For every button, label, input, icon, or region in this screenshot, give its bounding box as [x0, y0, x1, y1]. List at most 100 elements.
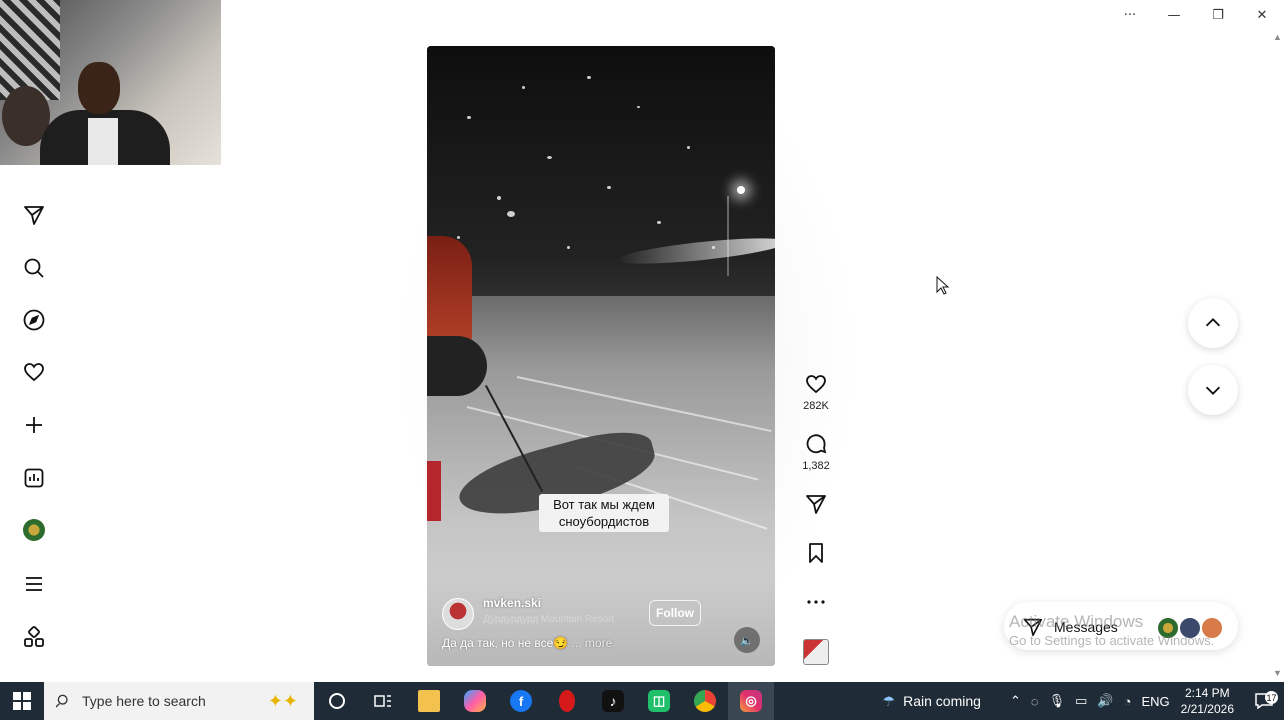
weather-text: Rain coming — [903, 693, 981, 709]
copilot-button[interactable] — [452, 682, 498, 720]
instagram-icon: ◎ — [740, 690, 762, 712]
battery-icon[interactable]: ▭ — [1075, 693, 1087, 709]
chevron-up-icon[interactable]: ⌃ — [1010, 693, 1021, 709]
paper-plane-icon — [806, 495, 826, 514]
chart-icon — [24, 468, 44, 488]
snowflake — [657, 221, 661, 224]
nav-search[interactable] — [12, 246, 56, 290]
snowflake — [522, 86, 525, 89]
nav-direct[interactable] — [12, 193, 56, 237]
compass-icon — [23, 309, 45, 331]
volume-icon[interactable]: 🔊 — [1097, 693, 1113, 709]
instagram-button[interactable]: ◎ — [728, 682, 774, 720]
reel-description-text: Да да так, но не все😏 — [442, 636, 569, 650]
tiktok-button[interactable]: ♪ — [590, 682, 636, 720]
more-options-button[interactable]: ··· — [1108, 0, 1152, 30]
reel-video[interactable]: Вот так мы ждем сноубордистов mvken.ski … — [427, 46, 775, 666]
scroll-down-arrow-icon[interactable]: ▼ — [1273, 668, 1282, 678]
search-icon — [24, 258, 44, 278]
taskbar-clock[interactable]: 2:14 PM 2/21/2026 — [1181, 685, 1234, 717]
more-action[interactable] — [795, 590, 837, 614]
weather-widget[interactable]: ☂ Rain coming — [883, 693, 981, 710]
mouse-cursor-icon — [936, 276, 950, 295]
chat-app-icon: ◫ — [648, 690, 670, 712]
webcam-person-shirt — [88, 118, 118, 165]
restore-button[interactable]: ❐ — [1196, 0, 1240, 30]
system-tray: ☂ Rain coming ⌃ ◌ 🎙 ▭ 🔊 ◔ ENG 2:14 PM 2/… — [883, 682, 1284, 720]
chevron-up-icon — [1205, 318, 1221, 327]
file-explorer-button[interactable] — [406, 682, 452, 720]
video-caption-overlay: Вот так мы ждем сноубордистов — [539, 494, 669, 532]
apps-icon — [24, 626, 44, 647]
snowflake — [637, 106, 640, 108]
task-view-icon — [374, 695, 391, 707]
cortana-button[interactable] — [314, 682, 360, 720]
search-icon — [56, 694, 68, 708]
taskbar-search-box[interactable]: Type here to search ✦✦ — [44, 682, 314, 720]
share-action[interactable] — [795, 492, 837, 516]
comment-icon — [806, 434, 827, 454]
nav-explore[interactable] — [12, 298, 56, 342]
page-scrollbar[interactable]: ▲ ▼ — [1270, 30, 1284, 680]
chrome-icon — [694, 690, 716, 712]
windows-logo-icon — [13, 692, 31, 710]
lamp-light — [737, 186, 745, 194]
clock-time: 2:14 PM — [1184, 686, 1230, 700]
notification-count-badge: 17 — [1265, 691, 1278, 704]
snowflake — [567, 246, 570, 249]
nav-notifications[interactable] — [12, 350, 56, 394]
like-action[interactable]: 282K — [795, 372, 837, 412]
follow-button[interactable]: Follow — [649, 600, 701, 626]
menu-icon — [26, 577, 42, 591]
nav-create[interactable] — [12, 403, 56, 447]
reel-location[interactable]: Дурдурдурд Mountain Resort — [483, 614, 614, 625]
network-icon[interactable]: ◔ — [1124, 694, 1132, 709]
notification-center-button[interactable]: 17 — [1244, 691, 1284, 709]
nav-dashboard[interactable] — [12, 456, 56, 500]
save-action[interactable] — [795, 541, 837, 565]
opera-button[interactable] — [544, 682, 590, 720]
minimize-button[interactable]: — — [1152, 0, 1196, 30]
snowflake — [547, 156, 552, 159]
comment-action[interactable]: 1,382 — [795, 432, 837, 472]
tiktok-icon: ♪ — [602, 690, 624, 712]
audio-thumbnail-image — [803, 639, 829, 665]
window-controls: ··· — ❐ ✕ — [1108, 0, 1284, 30]
author-avatar[interactable] — [442, 598, 474, 630]
activate-windows-watermark: Activate Windows Go to Settings to activ… — [1009, 612, 1214, 650]
heart-icon — [806, 375, 826, 394]
snowflake — [497, 196, 501, 200]
snowflake — [587, 76, 591, 79]
chrome-button[interactable] — [682, 682, 728, 720]
close-button[interactable]: ✕ — [1240, 0, 1284, 30]
clock-date: 2/21/2026 — [1180, 702, 1234, 716]
paper-plane-icon — [24, 206, 44, 225]
more-dots-icon — [807, 600, 825, 604]
audio-thumbnail[interactable] — [795, 639, 837, 665]
snowflake — [457, 236, 460, 239]
messenger-app-button[interactable]: ◫ — [636, 682, 682, 720]
microphone-icon[interactable]: 🎙 — [1049, 693, 1066, 709]
snowflake — [687, 146, 690, 149]
scroll-up-arrow-icon[interactable]: ▲ — [1273, 32, 1282, 42]
author-username[interactable]: mvken.ski — [483, 596, 541, 610]
nav-more[interactable] — [12, 562, 56, 606]
webcam-background — [0, 0, 60, 100]
reel-description: Да да так, но не все😏 ... more — [442, 636, 612, 650]
rain-cloud-icon: ☂ — [882, 692, 896, 709]
webcam-overlay — [0, 0, 221, 165]
more-link[interactable]: ... more — [572, 636, 613, 650]
sound-toggle-button[interactable]: 🔈 — [734, 627, 760, 653]
taskbar-search-placeholder: Type here to search — [82, 693, 206, 709]
likes-count: 282K — [803, 400, 829, 412]
start-button[interactable] — [0, 682, 44, 720]
language-indicator[interactable]: ENG — [1141, 694, 1169, 709]
skier-leg — [427, 336, 487, 396]
wifi-alt-icon[interactable]: ◌ — [1031, 694, 1039, 709]
previous-reel-button[interactable] — [1188, 298, 1238, 348]
task-view-button[interactable] — [360, 682, 406, 720]
nav-also-from-meta[interactable] — [12, 615, 56, 659]
nav-profile[interactable] — [12, 508, 56, 552]
next-reel-button[interactable] — [1188, 365, 1238, 415]
facebook-button[interactable]: f — [498, 682, 544, 720]
